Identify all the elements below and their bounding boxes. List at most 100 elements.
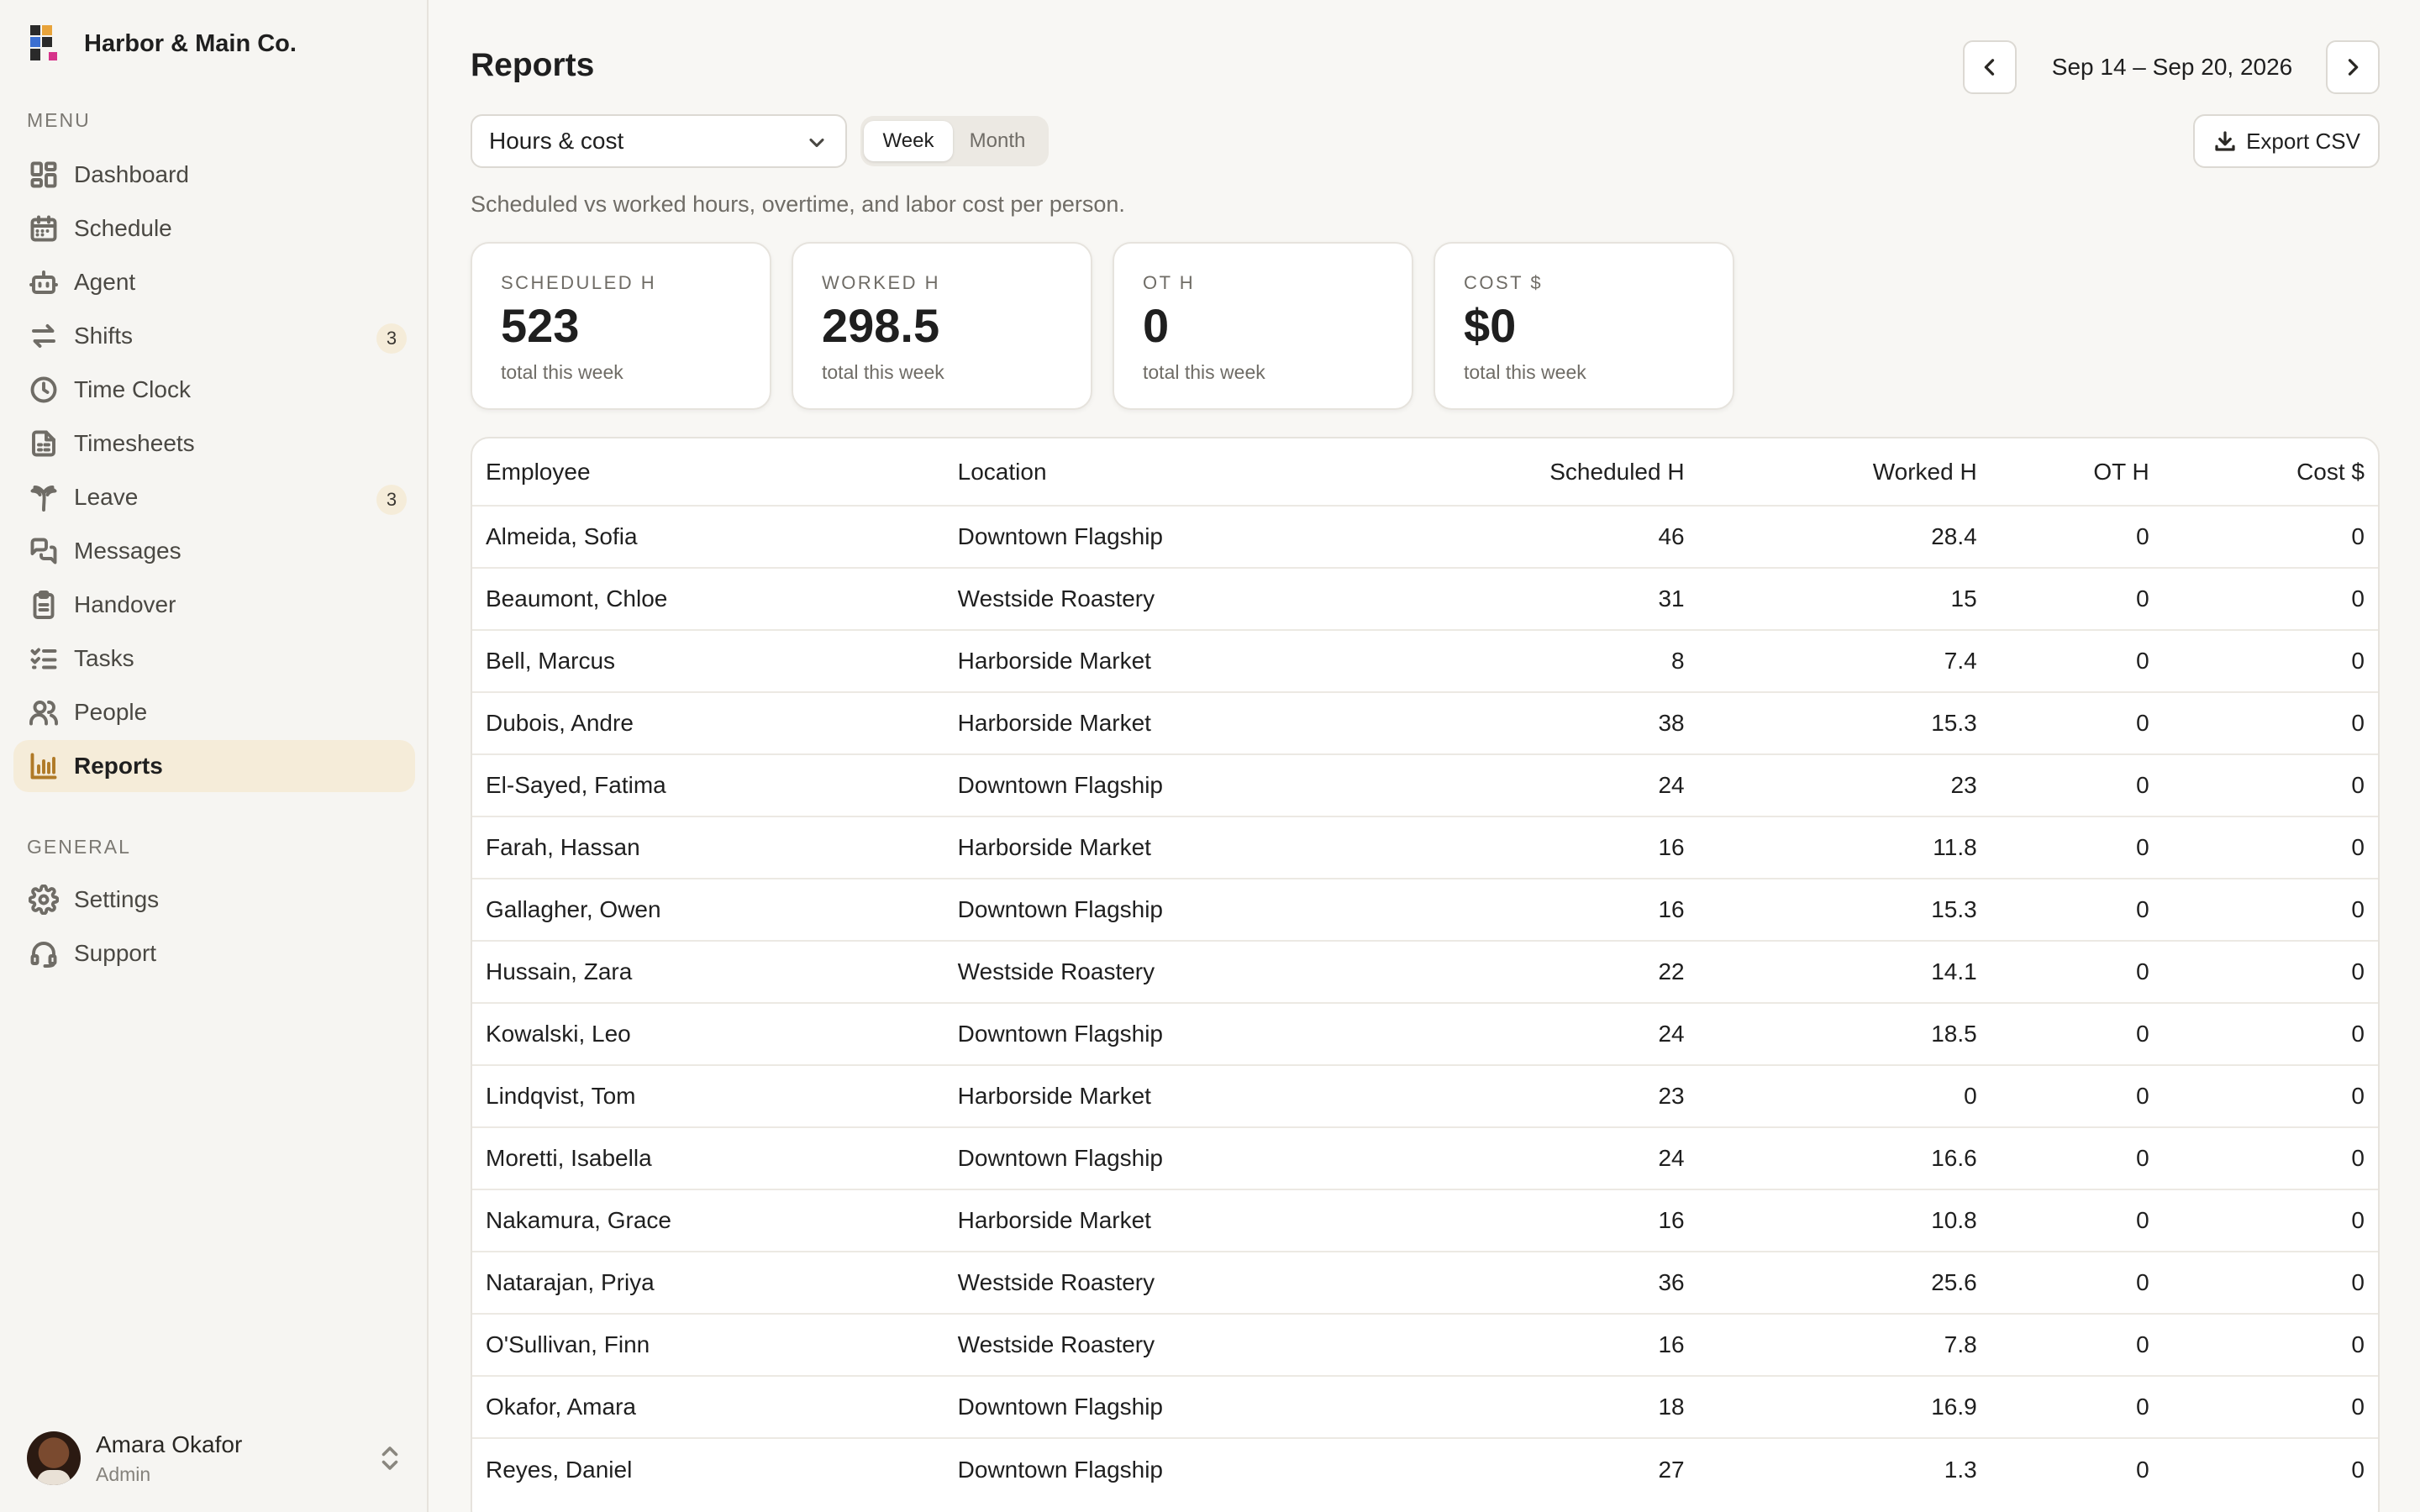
column-header-scheduled[interactable]: Scheduled H <box>1393 438 1698 506</box>
overtime-cell: 0 <box>1990 1437 2163 1500</box>
sidebar-item-leave[interactable]: Leave 3 <box>13 471 415 523</box>
sidebar-item-tasks[interactable]: Tasks <box>13 633 415 685</box>
table-row[interactable]: O'Sullivan, Finn Westside Roastery 16 7.8 0 0 <box>472 1313 2378 1376</box>
scheduled-cell: 23 <box>1392 1064 1698 1127</box>
column-header-overtime[interactable]: OT H <box>1991 438 2163 506</box>
sidebar-item-timesheets[interactable]: Timesheets <box>13 417 415 470</box>
column-header-location[interactable]: Location <box>944 438 1393 506</box>
period-week-option[interactable]: Week <box>864 121 953 161</box>
palm-tree-icon <box>29 482 59 512</box>
employee-cell: Almeida, Sofia <box>472 505 944 568</box>
stat-card-cost: COST $ $0 total this week <box>1434 242 1734 410</box>
scheduled-cell: 27 <box>1392 1437 1698 1500</box>
column-header-worked[interactable]: Worked H <box>1698 438 1991 506</box>
employee-cell: Bell, Marcus <box>472 629 944 692</box>
location-cell: Downtown Flagship <box>944 753 1393 816</box>
overtime-cell: 0 <box>1990 1064 2163 1127</box>
stat-subtitle: total this week <box>1464 361 1586 383</box>
sidebar-item-agent[interactable]: Agent <box>13 256 415 308</box>
sidebar-item-time-clock[interactable]: Time Clock <box>13 364 415 416</box>
sidebar-item-shifts[interactable]: Shifts 3 <box>13 310 415 362</box>
export-csv-button[interactable]: Export CSV <box>2193 114 2380 168</box>
column-header-employee[interactable]: Employee <box>472 438 944 506</box>
chevron-right-icon <box>2348 59 2359 76</box>
table-row[interactable]: Natarajan, Priya Westside Roastery 36 25.6 0… <box>472 1251 2378 1314</box>
sidebar-item-handover[interactable]: Handover <box>13 579 415 631</box>
location-cell: Downtown Flagship <box>944 1002 1393 1065</box>
sidebar-item-label: Timesheets <box>74 430 195 456</box>
sidebar-item-schedule[interactable]: Schedule <box>13 202 415 255</box>
sidebar-item-support[interactable]: Support <box>13 927 415 979</box>
scheduled-cell: 24 <box>1392 1126 1698 1189</box>
stat-value: $0 <box>1464 299 1517 352</box>
table-row[interactable]: Hussain, Zara Westside Roastery 22 14.1 0 0 <box>472 940 2378 1003</box>
sidebar-item-label: Settings <box>74 886 160 912</box>
overtime-cell: 0 <box>1990 1002 2163 1065</box>
sidebar-item-label: Leave <box>74 484 139 510</box>
table-row[interactable]: Farah, Hassan Harborside Market 16 11.8 0 0 <box>472 816 2378 879</box>
table-row[interactable]: Gallagher, Owen Downtown Flagship 16 15.3 0 0 <box>472 878 2378 941</box>
table-row[interactable]: Kowalski, Leo Downtown Flagship 24 18.5 0 0 <box>472 1002 2378 1065</box>
table-row[interactable]: Bell, Marcus Harborside Market 8 7.4 0 0 <box>472 629 2378 692</box>
table-row[interactable]: Okafor, Amara Downtown Flagship 18 16.9 0 0 <box>472 1375 2378 1438</box>
table-row[interactable]: Reyes, Daniel Downtown Flagship 27 1.3 0 0 <box>472 1437 2378 1500</box>
brand-logo-icon <box>30 24 64 64</box>
report-table: Employee Location Scheduled H Worked H O… <box>471 437 2380 1512</box>
sidebar-item-people[interactable]: People <box>13 686 415 738</box>
table-row[interactable]: Dubois, Andre Harborside Market 38 15.3 0 0 <box>472 691 2378 754</box>
overtime-cell: 0 <box>1990 691 2163 754</box>
file-icon <box>29 428 59 459</box>
cost-cell: 0 <box>2162 1313 2378 1376</box>
table-row[interactable]: Lindqvist, Tom Harborside Market 23 0 0 0 <box>472 1064 2378 1127</box>
stat-value: 0 <box>1143 299 1170 352</box>
report-type-value: Hours & cost <box>489 128 624 154</box>
page-title: Reports <box>471 47 595 83</box>
table-row[interactable]: Nakamura, Grace Harborside Market 16 10.8 0 0 <box>472 1189 2378 1252</box>
table-row[interactable]: Almeida, Sofia Downtown Flagship 46 28.4 0 0 <box>472 505 2378 568</box>
overtime-cell: 0 <box>1990 816 2163 879</box>
report-type-select[interactable]: Hours & cost <box>471 114 847 168</box>
table-row[interactable]: El-Sayed, Fatima Downtown Flagship 24 23 0 0 <box>472 753 2378 816</box>
location-cell: Downtown Flagship <box>944 1437 1393 1500</box>
employee-cell: Lindqvist, Tom <box>472 1064 944 1127</box>
column-header-cost[interactable]: Cost $ <box>2163 438 2378 506</box>
sidebar-item-label: Time Clock <box>74 376 191 402</box>
table-row[interactable]: Moretti, Isabella Downtown Flagship 24 16.6… <box>472 1126 2378 1189</box>
overtime-cell: 0 <box>1990 1126 2163 1189</box>
chevrons-up-down-icon[interactable] <box>375 1443 405 1473</box>
sidebar-item-messages[interactable]: Messages <box>13 525 415 577</box>
download-icon <box>2215 131 2235 151</box>
scheduled-cell: 36 <box>1392 1251 1698 1314</box>
sidebar-item-dashboard[interactable]: Dashboard <box>13 149 415 201</box>
brand[interactable]: Harbor & Main Co. <box>30 24 297 64</box>
cost-cell: 0 <box>2162 567 2378 630</box>
sidebar: Harbor & Main Co. MENU Dashboard Schedule… <box>0 0 429 1512</box>
sidebar-item-label: Support <box>74 940 157 966</box>
user-menu[interactable]: Amara Okafor Admin <box>27 1428 405 1488</box>
scheduled-cell: 38 <box>1392 691 1698 754</box>
previous-week-button[interactable] <box>1963 40 2017 94</box>
report-description: Scheduled vs worked hours, overtime, and… <box>471 192 1125 217</box>
sidebar-item-settings[interactable]: Settings <box>13 874 415 926</box>
table-row[interactable]: Beaumont, Chloe Westside Roastery 31 15 0 0 <box>472 567 2378 630</box>
stat-subtitle: total this week <box>822 361 944 383</box>
stat-label: OT H <box>1143 272 1196 293</box>
location-cell: Downtown Flagship <box>944 1375 1393 1438</box>
employee-cell: Farah, Hassan <box>472 816 944 879</box>
period-month-option[interactable]: Month <box>953 121 1042 161</box>
location-cell: Downtown Flagship <box>944 1126 1393 1189</box>
user-info: Amara Okafor Admin <box>96 1431 242 1486</box>
stat-label: SCHEDULED H <box>501 272 657 293</box>
worked-cell: 23 <box>1697 753 1991 816</box>
scheduled-cell: 8 <box>1392 629 1698 692</box>
worked-cell: 10.8 <box>1697 1189 1991 1252</box>
worked-cell: 0 <box>1697 1064 1991 1127</box>
cost-cell: 0 <box>2162 1437 2378 1500</box>
worked-cell: 7.8 <box>1697 1313 1991 1376</box>
next-week-button[interactable] <box>2326 40 2380 94</box>
worked-cell: 18.5 <box>1697 1002 1991 1065</box>
worked-cell: 15 <box>1697 567 1991 630</box>
location-cell: Harborside Market <box>944 1189 1393 1252</box>
sidebar-item-reports[interactable]: Reports <box>13 740 415 792</box>
swap-icon <box>29 321 59 351</box>
